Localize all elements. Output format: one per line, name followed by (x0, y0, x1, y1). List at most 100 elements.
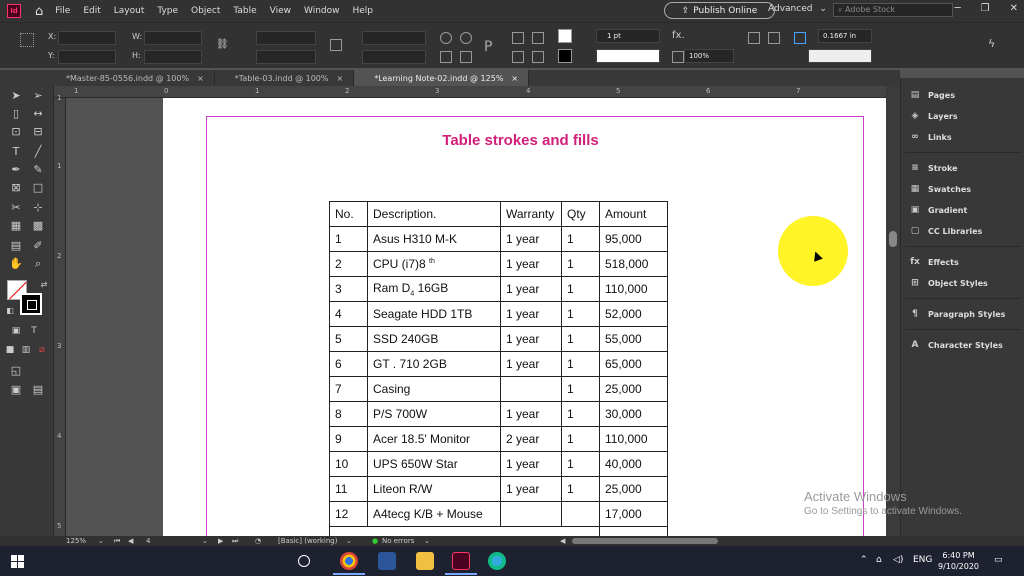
text-wrap-bbox-icon[interactable] (768, 32, 780, 44)
cell-qty[interactable]: 1 (561, 301, 600, 327)
cell-warranty[interactable]: 1 year (500, 351, 562, 377)
panel-swatches[interactable]: ▦ Swatches (908, 184, 971, 194)
cell-description[interactable]: Casing (367, 376, 501, 402)
workspace-switcher[interactable]: Advanced ⌄ (764, 4, 827, 14)
document-canvas[interactable]: Table strokes and fills No. Description.… (66, 98, 886, 536)
tab-learning-note-02[interactable]: *Learning Note-02.indd @ 125% × (354, 70, 530, 86)
vertical-scrollbar[interactable] (886, 86, 900, 536)
preflight-profile[interactable]: [Basic] (working) (278, 537, 337, 545)
table-row[interactable]: 4 Seagate HDD 1TB 1 year 1 52,000 (329, 301, 668, 327)
input-language[interactable]: ENG (913, 555, 932, 565)
opacity-field[interactable]: 100% (684, 49, 734, 63)
table-row[interactable]: 6 GT . 710 2GB 1 year 1 65,000 (329, 351, 668, 377)
table-row[interactable]: 7 Casing 1 25,000 (329, 376, 668, 402)
panel-pages[interactable]: ▤ Pages (908, 90, 955, 100)
next-page-icon[interactable]: ▶ (218, 537, 223, 545)
cell-no[interactable]: 1 (329, 226, 368, 252)
zoom-level[interactable]: 125% (66, 537, 86, 545)
view-options-icon[interactable]: ▤ (30, 383, 46, 397)
close-icon[interactable]: × (197, 74, 204, 83)
menu-layout[interactable]: Layout (114, 6, 145, 16)
constrain-proportions-icon[interactable]: ⛓ (216, 39, 229, 51)
constrain-scale-icon[interactable] (330, 39, 342, 51)
reference-point-icon[interactable] (20, 33, 34, 47)
profile-chevron-down-icon[interactable]: ⌄ (346, 537, 352, 545)
cell-qty[interactable]: 1 (561, 476, 600, 502)
zoom-tool-icon[interactable]: ⌕ (30, 257, 46, 271)
cell-warranty[interactable]: 1 year (500, 226, 562, 252)
cell-amount[interactable]: 17,000 (599, 501, 668, 527)
indesign-taskbar-icon[interactable] (452, 552, 470, 570)
scroll-left-icon[interactable]: ◀ (560, 537, 565, 545)
menu-help[interactable]: Help (353, 6, 374, 16)
cell-description[interactable]: CPU (i7)8 th (367, 251, 501, 277)
panel-object-styles[interactable]: ⊞ Object Styles (908, 278, 988, 288)
selection-tool-icon[interactable]: ➤ (8, 89, 24, 103)
header-amount[interactable]: Amount (599, 201, 668, 227)
cell-description[interactable]: Acer 18.5' Monitor (367, 426, 501, 452)
fill-swatch-none-icon[interactable] (558, 29, 572, 43)
last-page-icon[interactable]: ⏭ (232, 537, 238, 546)
header-warranty[interactable]: Warranty (500, 201, 562, 227)
cell-qty[interactable]: 1 (561, 226, 600, 252)
cell-amount[interactable]: 65,000 (599, 351, 668, 377)
y-field[interactable] (58, 50, 116, 64)
cell-description[interactable]: UPS 650W Star (367, 451, 501, 477)
panel-stroke[interactable]: ≡ Stroke (908, 163, 957, 173)
horizontal-ruler[interactable]: 1 0 1 2 3 4 5 6 7 (54, 86, 886, 98)
cell-description[interactable]: Ram D4 16GB (367, 276, 501, 302)
cell-warranty[interactable]: 1 year (500, 251, 562, 277)
table-row[interactable]: 8 P/S 700W 1 year 1 30,000 (329, 401, 668, 427)
cell-amount[interactable]: 518,000 (599, 251, 668, 277)
cell-warranty[interactable] (500, 376, 562, 402)
w-field[interactable] (144, 31, 202, 45)
select-container-icon[interactable] (512, 32, 524, 44)
scale-y-field[interactable] (256, 50, 316, 64)
header-no[interactable]: No. (329, 201, 368, 227)
stroke-weight-field[interactable]: 1 pt (596, 29, 660, 43)
cell-no[interactable]: 12 (329, 501, 368, 527)
cell-qty[interactable]: 1 (561, 276, 600, 302)
cell-total-amount[interactable] (599, 526, 668, 536)
table-row[interactable]: 3 Ram D4 16GB 1 year 1 110,000 (329, 276, 668, 302)
cell-no[interactable]: 4 (329, 301, 368, 327)
close-icon[interactable]: × (336, 74, 343, 83)
cell-description[interactable]: A4tecg K/B + Mouse (367, 501, 501, 527)
x-field[interactable] (58, 31, 116, 45)
header-qty[interactable]: Qty (561, 201, 600, 227)
effects-fx-icon[interactable]: fx. (672, 30, 685, 41)
adobe-stock-search-input[interactable]: ⌕ Adobe Stock (833, 3, 953, 17)
swap-fill-stroke-icon[interactable]: ⇄ (36, 278, 52, 292)
cell-amount[interactable]: 25,000 (599, 376, 668, 402)
system-clock[interactable]: 6:40 PM 9/10/2020 (938, 550, 979, 572)
tray-chevron-up-icon[interactable]: ⌃ (860, 555, 868, 565)
cell-no[interactable]: 10 (329, 451, 368, 477)
close-icon[interactable]: ✕ (1010, 3, 1018, 14)
note-tool-icon[interactable]: ▤ (8, 239, 24, 253)
search-icon[interactable] (298, 555, 310, 567)
stroke-black-icon[interactable] (20, 293, 42, 315)
zoom-chevron-down-icon[interactable]: ⌄ (98, 537, 104, 545)
windows-start-icon[interactable] (11, 555, 24, 568)
table-row[interactable]: 1 Asus H310 M-K 1 year 1 95,000 (329, 226, 668, 252)
cell-warranty[interactable]: 1 year (500, 476, 562, 502)
stroke-swatch-black-icon[interactable] (558, 49, 572, 63)
cell-warranty[interactable]: 1 year (500, 301, 562, 327)
cell-no[interactable]: 6 (329, 351, 368, 377)
menu-table[interactable]: Table (233, 6, 256, 16)
minimize-icon[interactable]: ─ (955, 3, 961, 14)
cell-description[interactable]: Asus H310 M-K (367, 226, 501, 252)
panel-layers[interactable]: ◈ Layers (908, 111, 958, 121)
menu-type[interactable]: Type (157, 6, 178, 16)
cell-no[interactable]: 3 (329, 276, 368, 302)
chrome-icon[interactable] (340, 552, 358, 570)
cell-description[interactable]: SSD 240GB (367, 326, 501, 352)
table-row[interactable]: 5 SSD 240GB 1 year 1 55,000 (329, 326, 668, 352)
preflight-status[interactable]: No errors (382, 537, 414, 545)
cell-description[interactable]: Seagate HDD 1TB (367, 301, 501, 327)
menu-file[interactable]: File (55, 6, 70, 16)
select-content-icon[interactable] (512, 51, 524, 63)
network-icon[interactable]: ⌂ (876, 555, 882, 565)
gradient-swatch-tool-icon[interactable]: ▦ (8, 219, 24, 233)
restore-icon[interactable]: ❐ (981, 3, 990, 14)
